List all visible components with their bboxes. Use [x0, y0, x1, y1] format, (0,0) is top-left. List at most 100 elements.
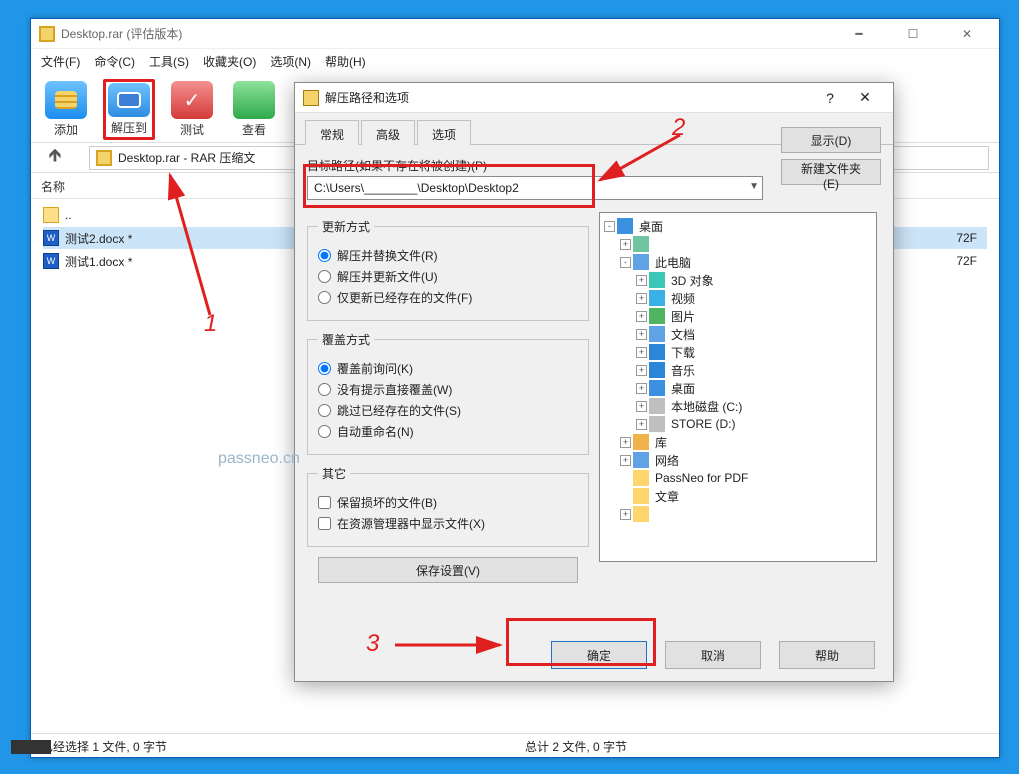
- word-doc-icon: [43, 253, 59, 269]
- statusbar: 已经选择 1 文件, 0 字节 总计 2 文件, 0 字节: [31, 733, 999, 757]
- expand-icon[interactable]: [620, 491, 631, 502]
- tree-node[interactable]: + 网络: [602, 451, 874, 469]
- tree-node[interactable]: -桌面: [602, 217, 874, 235]
- folder-up-icon: [43, 207, 59, 223]
- dialog-help-button[interactable]: ?: [815, 90, 845, 106]
- expand-icon[interactable]: +: [636, 347, 647, 358]
- ok-button[interactable]: 确定: [551, 641, 647, 669]
- expand-icon[interactable]: -: [620, 257, 631, 268]
- folder-icon: [649, 398, 665, 414]
- update-update-radio[interactable]: [318, 270, 331, 283]
- overwrite-mode-group: 覆盖方式 覆盖前询问(K) 没有提示直接覆盖(W) 跳过已经存在的文件(S) 自…: [307, 331, 589, 455]
- tab-options[interactable]: 选项: [417, 120, 471, 145]
- tree-label: 3D 对象: [671, 272, 714, 289]
- expand-icon[interactable]: [620, 473, 631, 484]
- folder-icon: [649, 326, 665, 342]
- tree-node[interactable]: +: [602, 235, 874, 253]
- new-folder-button[interactable]: 新建文件夹(E): [781, 159, 881, 185]
- up-button[interactable]: 🡹: [31, 143, 79, 173]
- toolbar-view[interactable]: 查看: [229, 79, 279, 140]
- tree-node[interactable]: +本地磁盘 (C:): [602, 397, 874, 415]
- show-explorer-label: 在资源管理器中显示文件(X): [337, 515, 485, 532]
- tree-node[interactable]: +图片: [602, 307, 874, 325]
- tree-node[interactable]: +库: [602, 433, 874, 451]
- main-title: Desktop.rar (评估版本): [61, 25, 839, 42]
- expand-icon[interactable]: +: [636, 293, 647, 304]
- update-mode-group: 更新方式 解压并替换文件(R) 解压并更新文件(U) 仅更新已经存在的文件(F): [307, 218, 589, 321]
- tree-node[interactable]: + 下载: [602, 343, 874, 361]
- tree-label: 音乐: [671, 362, 695, 379]
- dialog-close-button[interactable]: ✕: [845, 89, 885, 106]
- chevron-down-icon[interactable]: ▼: [749, 181, 759, 192]
- cancel-button[interactable]: 取消: [665, 641, 761, 669]
- expand-icon[interactable]: +: [636, 419, 647, 430]
- tree-node[interactable]: +STORE (D:): [602, 415, 874, 433]
- expand-icon[interactable]: -: [604, 221, 615, 232]
- destination-path-input[interactable]: [307, 176, 763, 200]
- minimize-button[interactable]: ━: [839, 27, 879, 41]
- maximize-button[interactable]: ☐: [893, 27, 933, 41]
- overwrite-skip-radio[interactable]: [318, 404, 331, 417]
- expand-icon[interactable]: +: [636, 311, 647, 322]
- expand-icon[interactable]: +: [636, 275, 647, 286]
- toolbar-add[interactable]: 添加: [41, 79, 91, 140]
- tree-node[interactable]: +3D 对象: [602, 271, 874, 289]
- status-indicator: [11, 740, 51, 754]
- tree-node[interactable]: + 音乐: [602, 361, 874, 379]
- keep-broken-checkbox[interactable]: [318, 496, 331, 509]
- folder-icon: [649, 272, 665, 288]
- folder-icon: [633, 254, 649, 270]
- menu-file[interactable]: 文件(F): [41, 53, 80, 69]
- folder-icon: [649, 308, 665, 324]
- save-settings-button[interactable]: 保存设置(V): [318, 557, 578, 583]
- tree-node[interactable]: +文档: [602, 325, 874, 343]
- expand-icon[interactable]: +: [620, 437, 631, 448]
- menu-help[interactable]: 帮助(H): [325, 53, 366, 69]
- toolbar-view-label: 查看: [242, 121, 266, 138]
- tree-label: 下载: [671, 344, 695, 361]
- overwrite-rename-radio[interactable]: [318, 425, 331, 438]
- folder-icon: [649, 416, 665, 432]
- tree-node[interactable]: - 此电脑: [602, 253, 874, 271]
- update-fresh-radio[interactable]: [318, 291, 331, 304]
- overwrite-skip-label: 跳过已经存在的文件(S): [337, 402, 461, 419]
- expand-icon[interactable]: +: [636, 365, 647, 376]
- tab-general[interactable]: 常规: [305, 120, 359, 145]
- show-button[interactable]: 显示(D): [781, 127, 881, 153]
- show-explorer-checkbox[interactable]: [318, 517, 331, 530]
- tree-label: 网络: [655, 452, 679, 469]
- menu-favorites[interactable]: 收藏夹(O): [203, 53, 256, 69]
- expand-icon[interactable]: +: [620, 455, 631, 466]
- update-update-label: 解压并更新文件(U): [337, 268, 438, 285]
- tree-node[interactable]: 文章: [602, 487, 874, 505]
- menu-tools[interactable]: 工具(S): [149, 53, 189, 69]
- expand-icon[interactable]: +: [636, 401, 647, 412]
- expand-icon[interactable]: +: [636, 383, 647, 394]
- tab-advanced[interactable]: 高级: [361, 120, 415, 145]
- tree-node[interactable]: +: [602, 505, 874, 523]
- misc-legend: 其它: [318, 465, 350, 482]
- folder-tree[interactable]: -桌面+-此电脑+3D 对象+视频+图片+文档+下载+音乐+桌面+本地磁盘 (C…: [599, 212, 877, 562]
- expand-icon[interactable]: +: [620, 509, 631, 520]
- tree-node[interactable]: +视频: [602, 289, 874, 307]
- overwrite-noask-label: 没有提示直接覆盖(W): [337, 381, 452, 398]
- help-button[interactable]: 帮助: [779, 641, 875, 669]
- close-button[interactable]: ✕: [947, 27, 987, 41]
- tree-label: 此电脑: [655, 254, 691, 271]
- menu-options[interactable]: 选项(N): [270, 53, 311, 69]
- menu-command[interactable]: 命令(C): [94, 53, 135, 69]
- dialog-title: 解压路径和选项: [325, 89, 815, 106]
- tree-node[interactable]: + 桌面: [602, 379, 874, 397]
- update-replace-radio[interactable]: [318, 249, 331, 262]
- expand-icon[interactable]: +: [636, 329, 647, 340]
- overwrite-ask-radio[interactable]: [318, 362, 331, 375]
- arrow-2: [590, 130, 690, 190]
- tree-node[interactable]: PassNeo for PDF: [602, 469, 874, 487]
- overwrite-rename-label: 自动重命名(N): [337, 423, 414, 440]
- overwrite-noask-radio[interactable]: [318, 383, 331, 396]
- expand-icon[interactable]: +: [620, 239, 631, 250]
- tree-label: 桌面: [671, 380, 695, 397]
- toolbar-extract[interactable]: 解压到: [103, 79, 155, 140]
- toolbar-test[interactable]: 测试: [167, 79, 217, 140]
- dialog-titlebar: 解压路径和选项 ? ✕: [295, 83, 893, 113]
